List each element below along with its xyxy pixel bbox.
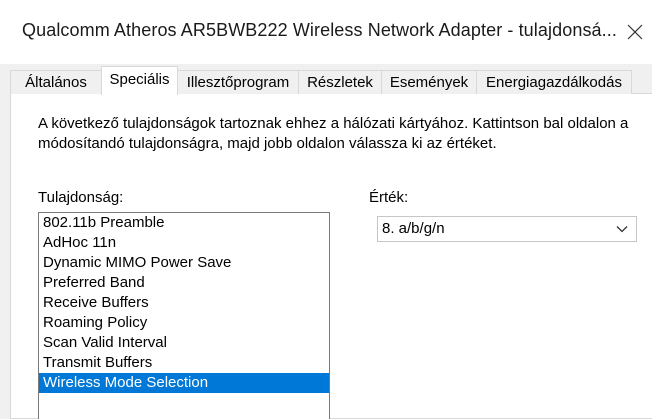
list-item[interactable]: Roaming Policy: [39, 313, 329, 333]
list-item[interactable]: Transmit Buffers: [39, 353, 329, 373]
tab-specialis[interactable]: Speciális: [101, 66, 178, 95]
value-dropdown[interactable]: 8. a/b/g/n: [377, 216, 637, 242]
tab-esemenyek[interactable]: Események: [381, 70, 477, 94]
value-label: Érték:: [369, 189, 409, 206]
value-dropdown-selected: 8. a/b/g/n: [382, 220, 445, 237]
list-item[interactable]: AdHoc 11n: [39, 233, 329, 253]
close-icon: [627, 24, 643, 40]
window-title: Qualcomm Atheros AR5BWB222 Wireless Netw…: [22, 20, 617, 40]
list-item[interactable]: Receive Buffers: [39, 293, 329, 313]
list-item[interactable]: Dynamic MIMO Power Save: [39, 253, 329, 273]
list-item[interactable]: 802.11b Preamble: [39, 213, 329, 233]
list-item-selected[interactable]: Wireless Mode Selection: [39, 373, 329, 393]
tab-strip: Általános Speciális Illesztőprogram Rész…: [0, 66, 652, 95]
tab-illesztoprogram[interactable]: Illesztőprogram: [177, 70, 299, 94]
tab-altalanos[interactable]: Általános: [10, 70, 102, 94]
chevron-down-icon: [616, 226, 628, 233]
property-label: Tulajdonság:: [38, 189, 124, 206]
tab-reszletek[interactable]: Részletek: [298, 70, 382, 94]
list-item[interactable]: Scan Valid Interval: [39, 333, 329, 353]
property-listbox[interactable]: 802.11b Preamble AdHoc 11n Dynamic MIMO …: [38, 212, 330, 419]
close-button[interactable]: [618, 14, 652, 50]
list-item[interactable]: Preferred Band: [39, 273, 329, 293]
description-text: A következő tulajdonságok tartoznak ehhe…: [38, 115, 629, 152]
title-bar: Qualcomm Atheros AR5BWB222 Wireless Netw…: [0, 0, 652, 64]
tab-energiagazdalkodas[interactable]: Energiagazdálkodás: [476, 70, 632, 94]
